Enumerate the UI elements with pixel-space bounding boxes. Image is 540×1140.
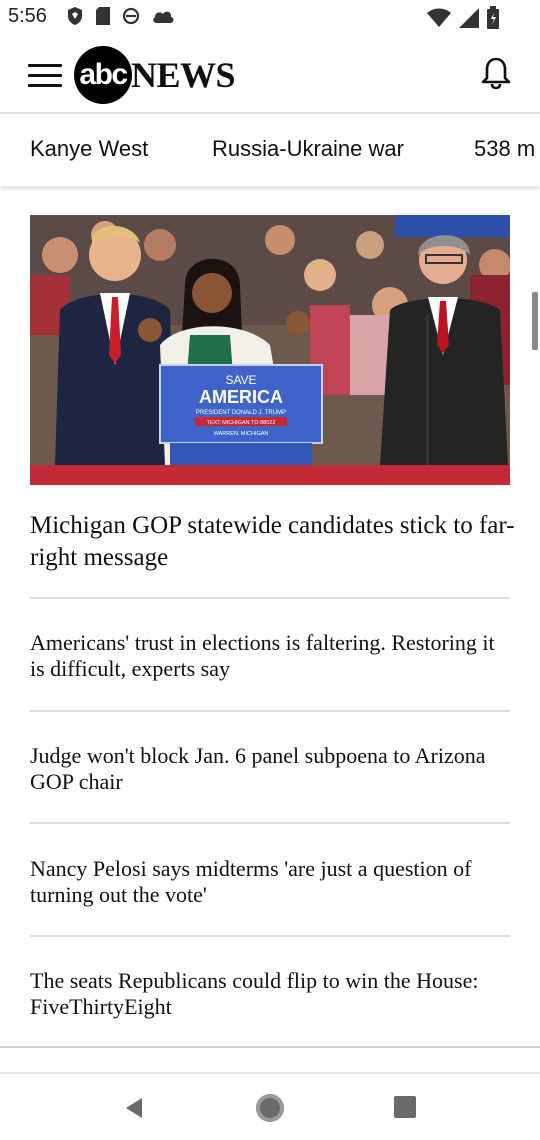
hamburger-menu-icon [28, 64, 62, 67]
article-headline[interactable]: Judge won't block Jan. 6 panel subpoena … [30, 743, 510, 795]
article-headline-lead[interactable]: Michigan GOP statewide candidates stick … [30, 510, 520, 574]
podium-text-president: PRESIDENT DONALD J. TRUMP [196, 410, 286, 416]
shield-icon [68, 7, 82, 25]
app-header: abc NEWS [0, 36, 540, 114]
wifi-icon [427, 8, 451, 27]
cloud-icon [153, 11, 174, 23]
bell-icon[interactable] [480, 56, 512, 90]
scrollbar-thumb[interactable] [532, 292, 538, 350]
divider [30, 935, 510, 937]
back-triangle-icon[interactable] [122, 1096, 146, 1120]
divider [30, 597, 510, 599]
home-circle-icon[interactable] [256, 1094, 284, 1122]
topic-russia-ukraine-war[interactable]: Russia-Ukraine war [212, 136, 404, 162]
article-headline[interactable]: Americans' trust in elections is falteri… [30, 630, 510, 682]
podium-text-america: AMERICA [199, 387, 283, 407]
system-nav-bar [0, 1074, 540, 1140]
divider [30, 822, 510, 824]
status-time: 5:56 [8, 5, 47, 27]
divider [30, 710, 510, 712]
article-headline[interactable]: Nancy Pelosi says midterms 'are just a q… [30, 856, 510, 908]
article-headline[interactable]: The seats Republicans could flip to win … [30, 968, 510, 1020]
cycle-icon [122, 7, 140, 25]
topic-kanye-west[interactable]: Kanye West [30, 136, 148, 162]
battery-icon [487, 6, 499, 29]
logo-news-text: NEWS [131, 55, 236, 95]
menu-button[interactable] [28, 64, 62, 88]
abc-news-logo[interactable]: abc NEWS [74, 46, 236, 104]
sim-card-icon [96, 7, 110, 25]
podium-text-text-michigan: TEXT MICHIGAN TO 88022 [207, 420, 276, 426]
podium-text-warren: WARREN, MICHIGAN [214, 431, 269, 437]
topic-538[interactable]: 538 m [474, 136, 535, 162]
cell-signal-icon [459, 8, 479, 28]
hero-image[interactable]: SAVE AMERICA PRESIDENT DONALD J. TRUMP T… [30, 215, 510, 485]
recent-apps-square-icon[interactable] [394, 1096, 416, 1118]
status-bar: 5:56 [0, 0, 540, 36]
podium-text-save: SAVE [225, 373, 256, 387]
logo-abc-circle: abc [74, 46, 132, 104]
topics-strip: Kanye West Russia-Ukraine war 538 m [0, 114, 540, 186]
section-divider [0, 1046, 540, 1048]
